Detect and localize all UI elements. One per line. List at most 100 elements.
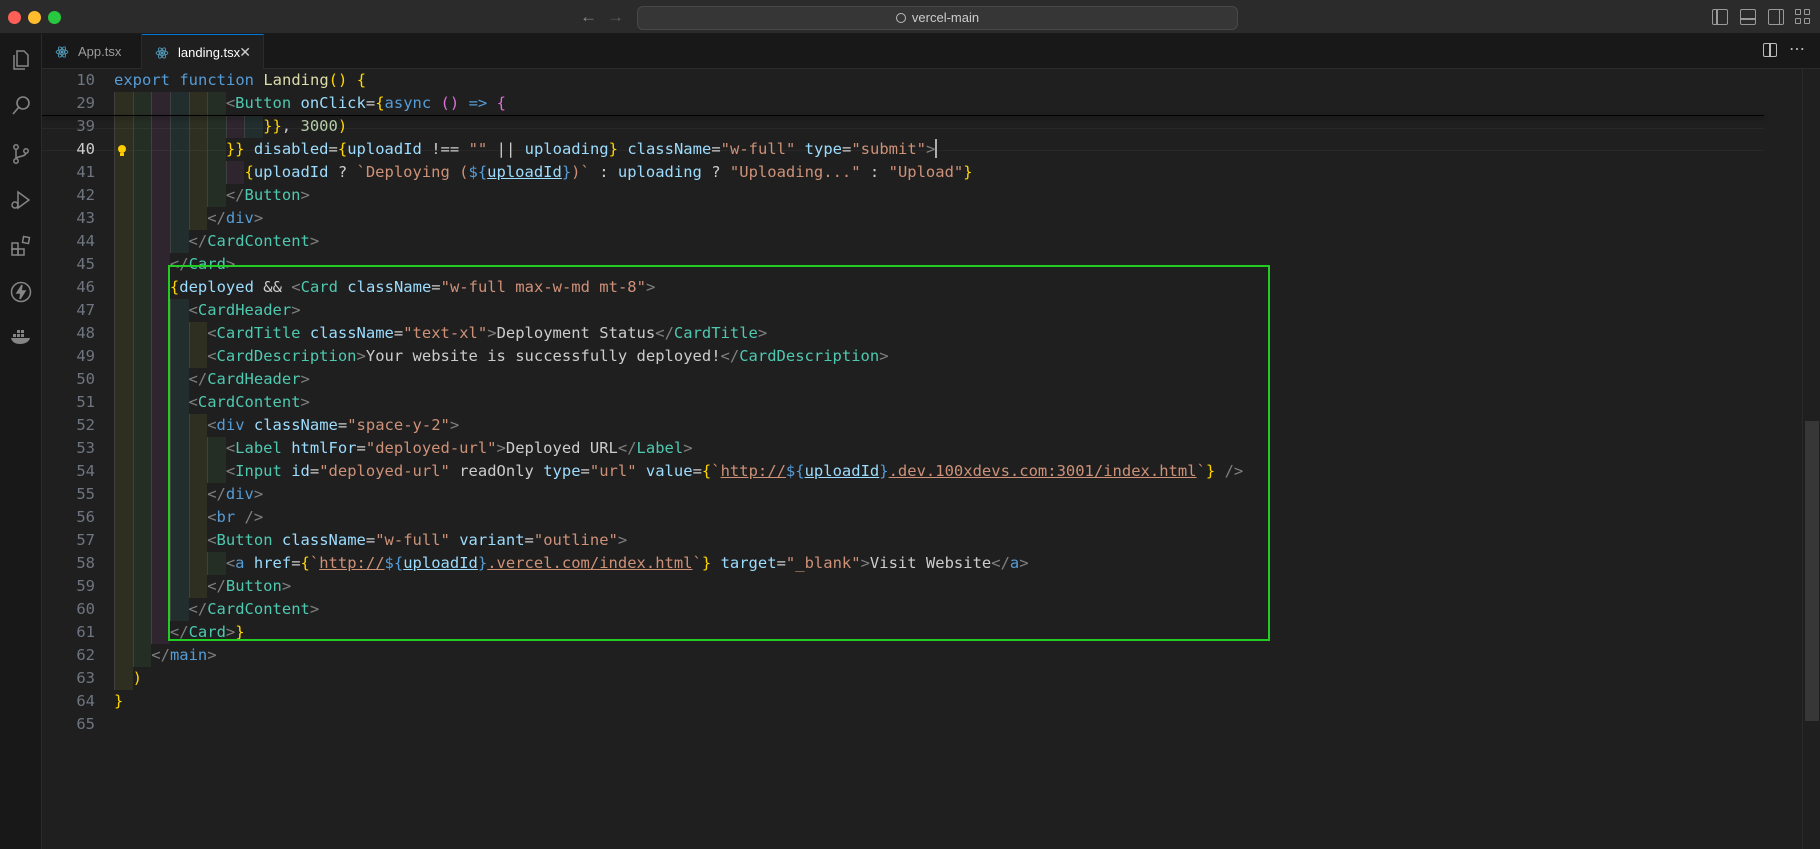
indent-guide — [207, 138, 209, 161]
indent-rainbow — [169, 414, 189, 437]
code-line[interactable]: 43 </div> — [42, 207, 1764, 230]
line-number[interactable]: 44 — [42, 230, 95, 253]
code-line[interactable]: 57 <Button className="w-full" variant="ou… — [42, 529, 1764, 552]
sticky-scroll-line[interactable]: 10 export function Landing() { — [42, 69, 1764, 92]
line-number[interactable]: 62 — [42, 644, 95, 667]
code-line[interactable]: 47 <CardHeader> — [42, 299, 1764, 322]
line-number[interactable]: 42 — [42, 184, 95, 207]
code-line[interactable]: 48 <CardTitle className="text-xl">Deploym… — [42, 322, 1764, 345]
line-number[interactable]: 60 — [42, 598, 95, 621]
vertical-scrollbar[interactable] — [1802, 69, 1820, 849]
code-line[interactable]: 62 </main> — [42, 644, 1764, 667]
search-icon[interactable] — [9, 94, 33, 118]
indent-guide — [151, 92, 153, 115]
line-number[interactable]: 52 — [42, 414, 95, 437]
lightbulb-icon[interactable] — [116, 142, 128, 156]
line-number[interactable]: 57 — [42, 529, 95, 552]
line-number[interactable]: 10 — [42, 69, 95, 92]
code-line[interactable]: 59 </Button> — [42, 575, 1764, 598]
forward-arrow-icon[interactable]: → — [607, 7, 624, 27]
line-number[interactable]: 63 — [42, 667, 95, 690]
indent-rainbow — [169, 552, 189, 575]
run-debug-icon[interactable] — [9, 188, 33, 212]
toggle-panel-icon[interactable] — [1740, 9, 1756, 25]
code-line[interactable]: 60 </CardContent> — [42, 598, 1764, 621]
line-number[interactable]: 51 — [42, 391, 95, 414]
indent-rainbow — [188, 506, 208, 529]
line-number[interactable]: 53 — [42, 437, 95, 460]
code-text: <Button className="w-full" variant="outl… — [207, 531, 628, 549]
maximize-window-button[interactable] — [48, 11, 61, 24]
docker-icon[interactable] — [9, 324, 33, 348]
code-line[interactable]: 58 <a href={`http://${uploadId}.vercel.co… — [42, 552, 1764, 575]
line-number[interactable]: 43 — [42, 207, 95, 230]
extensions-icon[interactable] — [9, 234, 33, 258]
line-number[interactable]: 64 — [42, 690, 95, 713]
line-number[interactable]: 47 — [42, 299, 95, 322]
code-line[interactable]: 39}}, 3000) — [42, 115, 1764, 138]
line-number[interactable]: 56 — [42, 506, 95, 529]
line-number[interactable]: 59 — [42, 575, 95, 598]
code-line[interactable]: 46 {deployed && <Card className="w-full m… — [42, 276, 1764, 299]
line-number[interactable]: 58 — [42, 552, 95, 575]
toggle-secondary-sidebar-icon[interactable] — [1768, 9, 1784, 25]
indent-rainbow — [114, 207, 133, 230]
code-line[interactable]: 54 <Input id="deployed-url" readOnly type… — [42, 460, 1764, 483]
minimize-window-button[interactable] — [28, 11, 41, 24]
customize-layout-icon[interactable] — [1795, 9, 1811, 25]
indent-guide — [188, 529, 190, 552]
code-line[interactable]: 53 <Label htmlFor="deployed-url">Deployed… — [42, 437, 1764, 460]
line-number[interactable]: 49 — [42, 345, 95, 368]
source-control-icon[interactable] — [9, 142, 33, 166]
split-editor-icon[interactable] — [1763, 43, 1777, 57]
indent-rainbow — [132, 276, 152, 299]
line-number[interactable]: 46 — [42, 276, 95, 299]
line-number[interactable]: 61 — [42, 621, 95, 644]
code-text: ) — [132, 669, 142, 687]
toggle-primary-sidebar-icon[interactable] — [1712, 9, 1728, 25]
code-line[interactable]: 44 </CardContent> — [42, 230, 1764, 253]
code-line[interactable]: 56 <br /> — [42, 506, 1764, 529]
indent-rainbow — [188, 483, 208, 506]
line-number[interactable]: 40 — [42, 138, 95, 161]
code-line[interactable]: 61 </Card>} — [42, 621, 1764, 644]
line-number[interactable]: 54 — [42, 460, 95, 483]
lightning-icon[interactable] — [9, 280, 33, 304]
code-line[interactable]: 65 — [42, 713, 1764, 736]
code-editor[interactable]: 10 export function Landing() {29 <Button o… — [42, 69, 1820, 849]
code-line[interactable]: 42 </Button> — [42, 184, 1764, 207]
explorer-icon[interactable] — [9, 48, 33, 72]
line-number[interactable]: 41 — [42, 161, 95, 184]
code-line[interactable]: 55 </div> — [42, 483, 1764, 506]
tab-landing-tsx[interactable]: landing.tsx ✕ — [142, 34, 264, 70]
code-line[interactable]: 51 <CardContent> — [42, 391, 1764, 414]
code-line[interactable]: 40}} disabled={uploadId !== "" || upload… — [42, 138, 1764, 161]
code-line[interactable]: 41 {uploadId ? `Deploying (${uploadId})` … — [42, 161, 1764, 184]
code-line[interactable]: 63) — [42, 667, 1764, 690]
close-tab-icon[interactable]: ✕ — [239, 35, 251, 70]
line-number[interactable]: 55 — [42, 483, 95, 506]
indent-guide — [114, 460, 115, 483]
more-actions-icon[interactable]: ⋯ — [1789, 39, 1806, 59]
indent-guide — [132, 322, 134, 345]
code-line[interactable]: 64} — [42, 690, 1764, 713]
line-number[interactable]: 39 — [42, 115, 95, 138]
line-number[interactable]: 50 — [42, 368, 95, 391]
scrollbar-thumb[interactable] — [1805, 421, 1819, 721]
code-line[interactable]: 45 </Card> — [42, 253, 1764, 276]
line-number[interactable]: 65 — [42, 713, 95, 736]
command-center-search[interactable]: vercel-main — [637, 6, 1238, 30]
code-line[interactable]: 49 <CardDescription>Your website is succe… — [42, 345, 1764, 368]
sticky-scroll-line[interactable]: 29 <Button onClick={async () => { — [42, 92, 1764, 115]
indent-rainbow — [114, 161, 133, 184]
line-number[interactable]: 29 — [42, 92, 95, 115]
tab-app-tsx[interactable]: App.tsx — [42, 34, 142, 69]
back-arrow-icon[interactable]: ← — [580, 7, 597, 27]
code-line[interactable]: 52 <div className="space-y-2"> — [42, 414, 1764, 437]
line-number[interactable]: 48 — [42, 322, 95, 345]
close-window-button[interactable] — [8, 11, 21, 24]
indent-guide — [114, 138, 115, 161]
indent-rainbow — [169, 322, 189, 345]
line-number[interactable]: 45 — [42, 253, 95, 276]
code-line[interactable]: 50 </CardHeader> — [42, 368, 1764, 391]
